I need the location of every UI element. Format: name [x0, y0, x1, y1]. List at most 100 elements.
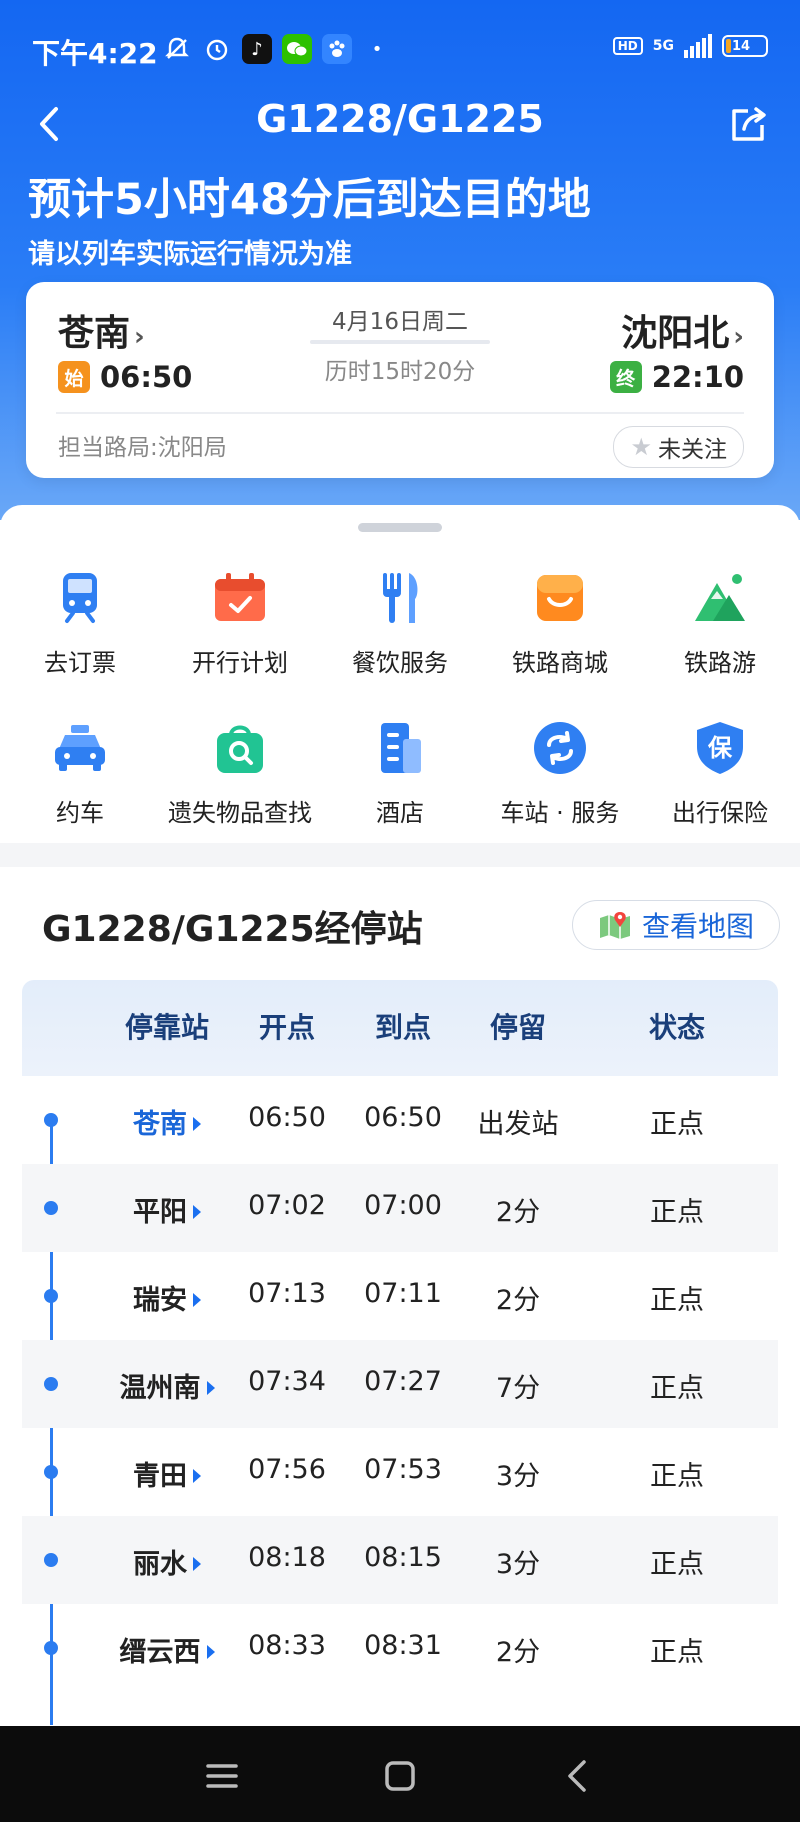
depart-cell: 06:50 — [248, 1102, 326, 1133]
service-label: 去订票 — [44, 649, 116, 677]
service-lost-found[interactable]: 遗失物品查找 — [160, 719, 320, 828]
stay-cell: 3分 — [495, 1461, 541, 1492]
stay-cell: 7分 — [495, 1373, 541, 1404]
table-row[interactable]: 温州南 07:34 07:27 7分 正点 — [22, 1340, 778, 1428]
to-station-name: 沈阳北 — [621, 313, 730, 354]
back-arrow-icon — [40, 107, 58, 141]
wechat-icon — [282, 34, 312, 64]
stay-cell: 3分 — [495, 1549, 541, 1580]
follow-label: 未关注 — [658, 437, 727, 463]
home-square-icon — [385, 1761, 415, 1791]
card-divider — [56, 412, 744, 414]
service-station[interactable]: 车站 · 服务 — [480, 719, 640, 828]
service-label: 铁路商城 — [512, 649, 608, 677]
arrive-cell: 08:15 — [364, 1542, 442, 1573]
service-label: 铁路游 — [684, 649, 756, 677]
stops-table: 停靠站 开点 到点 停留 状态 苍南 06:50 06:50 出发站 正点 平阳… — [22, 980, 778, 1725]
home-button[interactable] — [380, 1756, 420, 1796]
table-row[interactable]: 缙云西 08:33 08:31 2分 正点 — [22, 1604, 778, 1692]
service-hotel[interactable]: 酒店 — [320, 719, 480, 828]
status-cell: 正点 — [650, 1549, 704, 1580]
system-status: HD 5G 14 — [612, 34, 768, 58]
play-arrow-icon — [193, 1292, 201, 1307]
header-depart: 开点 — [258, 1011, 315, 1044]
fork-knife-icon — [383, 573, 418, 623]
eta-headline: 预计5小时48分后到达目的地 — [28, 175, 591, 225]
back-button[interactable] — [28, 99, 72, 149]
table-row[interactable]: 平阳 07:02 07:00 2分 正点 — [22, 1164, 778, 1252]
stop-dot — [44, 1377, 58, 1391]
page-title: G1228/G1225 — [256, 97, 544, 141]
depart-cell: 07:13 — [248, 1278, 326, 1309]
menu-button[interactable] — [202, 1756, 242, 1796]
table-row[interactable]: 青田 07:56 07:53 3分 正点 — [22, 1428, 778, 1516]
service-label: 开行计划 — [192, 649, 288, 677]
stop-dot — [44, 1465, 58, 1479]
baidu-icon — [322, 34, 352, 64]
station-name: 苍南 — [133, 1109, 187, 1140]
service-label: 约车 — [56, 799, 104, 827]
taxi-icon — [55, 725, 105, 771]
station-name: 缙云西 — [119, 1637, 201, 1668]
service-insurance[interactable]: 保 出行保险 — [640, 719, 800, 828]
share-button[interactable] — [726, 99, 772, 149]
eta-note: 请以列车实际运行情况为准 — [28, 239, 352, 270]
to-station[interactable]: 沈阳北 › — [621, 304, 744, 356]
view-map-label: 查看地图 — [641, 910, 754, 943]
signal-icon — [684, 34, 712, 58]
mountain-icon — [695, 574, 745, 621]
status-cell: 正点 — [650, 1461, 704, 1492]
play-arrow-icon — [193, 1116, 201, 1131]
stop-dot — [44, 1201, 58, 1215]
table-row[interactable]: 丽水 08:18 08:15 3分 正点 — [22, 1516, 778, 1604]
arrive-cell: 08:31 — [364, 1630, 442, 1661]
status-cell: 正点 — [650, 1373, 704, 1404]
station-name: 丽水 — [133, 1549, 187, 1580]
share-icon — [732, 107, 766, 141]
follow-button[interactable]: ★ 未关注 — [613, 426, 744, 468]
arrive-cell: 07:11 — [364, 1278, 442, 1309]
service-catering[interactable]: 餐饮服务 — [320, 569, 480, 678]
service-label: 餐饮服务 — [352, 649, 448, 677]
nav-bar: G1228/G1225 — [0, 95, 800, 155]
nav-back-icon — [568, 1760, 586, 1792]
battery-text: 14 — [732, 38, 751, 54]
table-header: 停靠站 开点 到点 停留 状态 — [22, 980, 778, 1076]
depart-cell: 07:34 — [248, 1366, 326, 1397]
railway-bureau: 担当路局:沈阳局 — [58, 435, 227, 461]
menu-icon — [206, 1764, 238, 1788]
stay-cell: 2分 — [495, 1637, 541, 1668]
train-icon — [63, 573, 97, 623]
alarm-icon — [202, 34, 232, 64]
battery-level — [726, 39, 731, 53]
service-car-hailing[interactable]: 约车 — [0, 719, 160, 828]
depart-cell: 07:02 — [248, 1190, 326, 1221]
view-map-button[interactable]: 查看地图 — [572, 900, 780, 950]
play-arrow-icon — [193, 1556, 201, 1571]
arrive-cell: 07:53 — [364, 1454, 442, 1485]
table-row[interactable]: 瑞安 07:13 07:11 2分 正点 — [22, 1252, 778, 1340]
stop-dot — [44, 1641, 58, 1655]
notification-icons: ♪ • — [162, 34, 392, 64]
map-icon — [599, 912, 630, 939]
header-stay: 停留 — [489, 1011, 546, 1044]
service-label: 遗失物品查找 — [168, 799, 312, 827]
station-name: 青田 — [133, 1461, 187, 1492]
insurance-shield-icon: 保 — [697, 722, 743, 774]
arrive-cell: 06:50 — [364, 1102, 442, 1133]
depart-cell: 07:56 — [248, 1454, 326, 1485]
nav-back-button[interactable] — [558, 1756, 598, 1796]
system-nav-bar — [0, 1726, 800, 1822]
battery-icon: 14 — [722, 35, 768, 57]
stop-dot — [44, 1289, 58, 1303]
service-label: 出行保险 — [672, 799, 768, 827]
to-time: 22:10 — [651, 360, 744, 394]
service-book-ticket[interactable]: 去订票 — [0, 569, 160, 678]
service-rail-travel[interactable]: 铁路游 — [640, 569, 800, 678]
service-schedule[interactable]: 开行计划 — [160, 569, 320, 678]
tiktok-icon: ♪ — [242, 34, 272, 64]
table-row[interactable]: 苍南 06:50 06:50 出发站 正点 — [22, 1076, 778, 1164]
service-mall[interactable]: 铁路商城 — [480, 569, 640, 678]
sheet-drag-handle[interactable] — [358, 523, 442, 532]
status-bar: 下午4:22 ♪ • HD 5G 14 — [0, 0, 800, 100]
